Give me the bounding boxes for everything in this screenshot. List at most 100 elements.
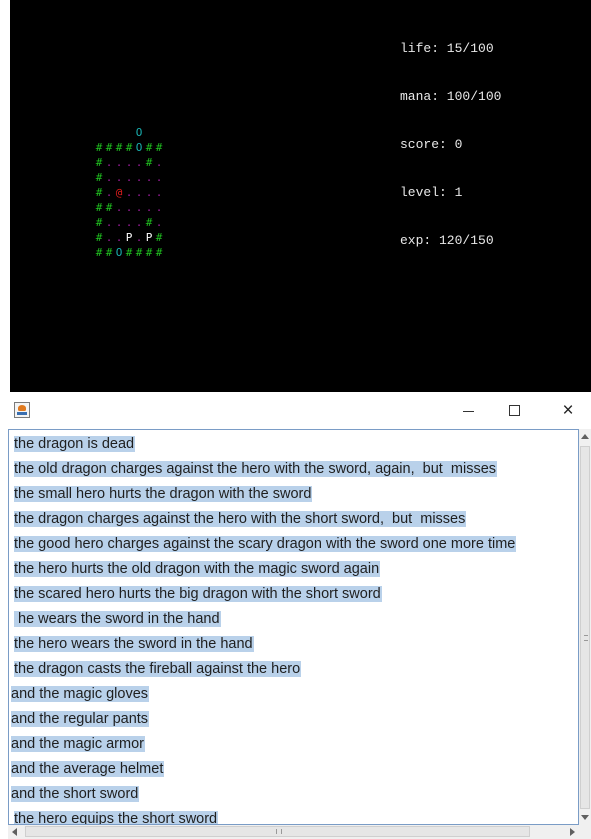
log-line: and the regular pants <box>9 708 516 733</box>
log-line: the dragon is dead <box>9 433 516 458</box>
log-line: the hero hurts the old dragon with the m… <box>9 558 516 583</box>
map-wall: # <box>105 246 113 259</box>
log-line-text: and the magic gloves <box>11 686 150 702</box>
map-floor: . <box>135 156 143 169</box>
map-floor: . <box>105 156 113 169</box>
log-line: the good hero charges against the scary … <box>9 533 517 558</box>
map-floor: . <box>135 216 143 229</box>
map-wall: # <box>125 246 133 259</box>
map-empty <box>144 125 154 140</box>
map-floor: . <box>115 231 123 244</box>
maximize-button[interactable] <box>491 392 537 429</box>
map-hero: @ <box>115 186 123 199</box>
window-title-bar[interactable]: × <box>0 392 591 429</box>
log-line-text: he wears the sword in the hand <box>14 611 221 627</box>
map-wall: # <box>95 201 103 214</box>
map-floor: . <box>155 186 163 199</box>
map-floor: . <box>115 171 123 184</box>
map-floor: . <box>125 216 133 229</box>
map-row: #.. P. P # <box>94 230 184 245</box>
map-row: # # O # # # # <box>94 245 184 260</box>
map-floor: . <box>155 216 163 229</box>
map-empty <box>174 230 184 245</box>
scroll-up-icon[interactable] <box>581 434 589 439</box>
map-empty <box>174 125 184 140</box>
map-floor: . <box>135 171 143 184</box>
map-empty <box>164 155 174 170</box>
map-door: O <box>115 246 123 259</box>
map-enemy: P <box>125 231 133 244</box>
player-stats: life: 15/100 mana: 100/100 score: 0 leve… <box>400 9 501 281</box>
map-floor: . <box>105 231 113 244</box>
horizontal-scrollbar[interactable] <box>8 825 579 839</box>
map-row: O <box>94 125 184 140</box>
log-line: the old dragon charges against the hero … <box>9 458 516 483</box>
map-row: #. @.... <box>94 185 184 200</box>
map-floor: . <box>155 156 163 169</box>
scroll-right-icon[interactable] <box>570 828 575 836</box>
map-wall: # <box>135 246 143 259</box>
map-wall: # <box>115 141 123 154</box>
map-row: #...... <box>94 170 184 185</box>
log-line-text: the old dragon charges against the hero … <box>14 461 498 477</box>
close-button[interactable]: × <box>545 392 591 429</box>
map-empty <box>164 170 174 185</box>
map-floor: . <box>155 201 163 214</box>
map-empty <box>154 125 164 140</box>
map-wall: # <box>155 141 163 154</box>
map-wall: # <box>145 156 153 169</box>
log-line: and the short sword <box>9 783 516 808</box>
stat-score: score: 0 <box>400 137 463 152</box>
map-floor: . <box>125 186 133 199</box>
log-line: the scared hero hurts the big dragon wit… <box>9 583 516 608</box>
map-row: # # # # O # # <box>94 140 184 155</box>
map-wall: # <box>125 141 133 154</box>
log-line-text: and the magic armor <box>11 736 145 752</box>
log-line-text: the dragon charges against the hero with… <box>14 511 467 527</box>
grip-icon <box>276 829 282 834</box>
map-wall: # <box>155 246 163 259</box>
stat-life: life: 15/100 <box>400 41 494 56</box>
map-row: # #..... <box>94 200 184 215</box>
map-floor: . <box>115 216 123 229</box>
map-empty <box>164 230 174 245</box>
map-enemy: P <box>145 231 153 244</box>
map-wall: # <box>145 141 153 154</box>
map-wall: # <box>155 231 163 244</box>
map-wall: # <box>95 231 103 244</box>
scroll-down-icon[interactable] <box>581 815 589 820</box>
scrollbar-corner <box>579 825 591 839</box>
horizontal-scroll-thumb[interactable] <box>25 826 530 837</box>
map-floor: . <box>105 186 113 199</box>
game-screen: life: 15/100 mana: 100/100 score: 0 leve… <box>0 0 591 392</box>
minimize-icon <box>462 411 474 412</box>
log-line-text: and the short sword <box>11 786 140 802</box>
map-wall: # <box>105 201 113 214</box>
log-line-text: and the average helmet <box>11 761 165 777</box>
map-wall: # <box>95 171 103 184</box>
map-wall: # <box>95 216 103 229</box>
scroll-left-icon[interactable] <box>12 828 17 836</box>
stat-mana: mana: 100/100 <box>400 89 502 104</box>
java-cup-icon <box>14 402 30 418</box>
map-floor: . <box>135 186 143 199</box>
stat-level: level: 1 <box>400 185 463 200</box>
map-floor: . <box>155 171 163 184</box>
message-log-lines: the dragon is dead the old dragon charges… <box>9 433 517 824</box>
maximize-icon <box>508 405 520 416</box>
map-empty <box>174 185 184 200</box>
log-line: the small hero hurts the dragon with the… <box>9 483 516 508</box>
map-empty <box>164 200 174 215</box>
log-line: he wears the sword in the hand <box>9 608 516 633</box>
minimize-button[interactable] <box>445 392 491 429</box>
map-door: O <box>135 126 143 139</box>
vertical-scrollbar[interactable] <box>579 429 591 825</box>
log-line: the dragon charges against the hero with… <box>9 508 516 533</box>
map-floor: . <box>105 216 113 229</box>
map-floor: . <box>135 231 143 244</box>
log-line: and the average helmet <box>9 758 516 783</box>
vertical-scroll-thumb[interactable] <box>580 446 590 809</box>
map-empty <box>104 125 114 140</box>
map-empty <box>164 185 174 200</box>
message-log[interactable]: the dragon is dead the old dragon charges… <box>8 429 579 825</box>
